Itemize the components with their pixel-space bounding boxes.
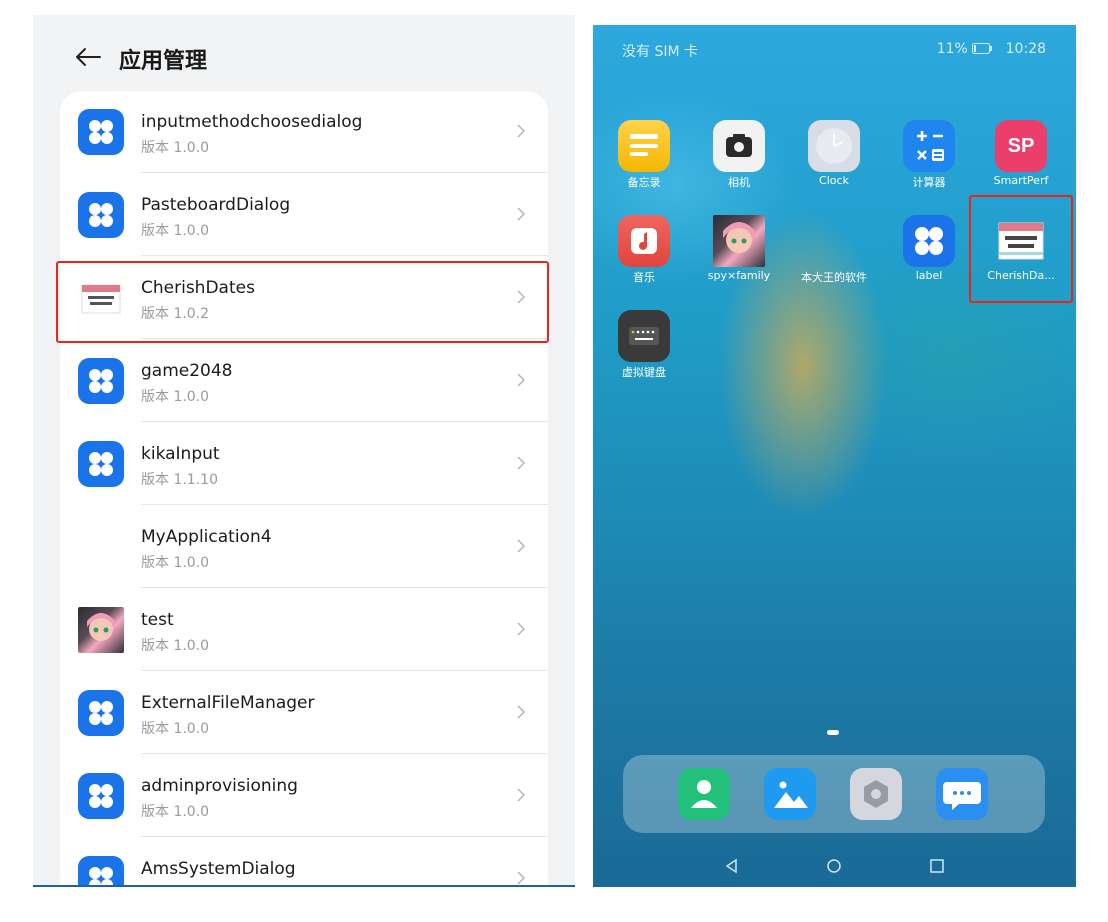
- app-label: 音乐: [633, 271, 655, 284]
- gallery-icon[interactable]: [764, 768, 816, 820]
- blue-grid-icon: [78, 856, 124, 885]
- app-camera[interactable]: 相机: [696, 120, 782, 190]
- app-list: inputmethodchoosedialog 版本 1.0.0 Pastebo…: [60, 91, 548, 885]
- calculator-icon: [903, 120, 955, 172]
- app-name: test: [141, 610, 174, 630]
- chevron-right-icon: [517, 705, 526, 719]
- app-version: 版本 1.0.0: [141, 223, 210, 239]
- app-label: 相机: [728, 176, 750, 189]
- blue-grid-icon: [78, 358, 124, 404]
- notes-icon: [618, 120, 670, 172]
- app-row-game2048[interactable]: game2048 版本 1.0.0: [60, 340, 548, 422]
- home-circle-icon[interactable]: [823, 855, 845, 877]
- app-name: game2048: [141, 361, 233, 381]
- app-name: kikaInput: [141, 444, 220, 464]
- messages-icon[interactable]: [936, 768, 988, 820]
- app-row-amssystemdialog[interactable]: AmsSystemDialog: [60, 838, 548, 885]
- chevron-right-icon: [517, 373, 526, 387]
- app-row-test[interactable]: test 版本 1.0.0: [60, 589, 548, 671]
- blue-grid-icon: [78, 773, 124, 819]
- music-icon: [618, 215, 670, 267]
- home-screen: 没有 SIM 卡 11% 10:28 备忘录 相机 Clock 计算器 SP S…: [593, 25, 1076, 887]
- page-indicator: [827, 730, 839, 735]
- app-label: 计算器: [912, 176, 946, 189]
- back-arrow-icon[interactable]: [73, 42, 103, 72]
- app-version: 版本 1.1.10: [141, 472, 218, 488]
- app-label: 虚拟键盘: [622, 366, 666, 379]
- app-row-externalfilemanager[interactable]: ExternalFileManager 版本 1.0.0: [60, 672, 548, 754]
- contacts-icon[interactable]: [678, 768, 730, 820]
- app-dawang[interactable]: 本大王的软件: [791, 215, 877, 285]
- header: 应用管理: [33, 15, 575, 95]
- app-management-panel: 应用管理 inputmethodchoosedialog 版本 1.0.0 Pa…: [33, 15, 575, 887]
- blue-grid-icon: [903, 215, 955, 267]
- clock-text: 10:28: [1005, 41, 1046, 57]
- app-clock[interactable]: Clock: [791, 120, 877, 187]
- app-label: 本大王的软件: [801, 271, 867, 284]
- app-label-app[interactable]: label: [886, 215, 972, 282]
- app-music[interactable]: 音乐: [601, 215, 687, 285]
- app-version: 版本 1.0.0: [141, 638, 210, 654]
- app-row-kikainput[interactable]: kikaInput 版本 1.1.10: [60, 423, 548, 505]
- chevron-right-icon: [517, 788, 526, 802]
- chevron-right-icon: [517, 622, 526, 636]
- app-label: Clock: [819, 174, 849, 187]
- keyboard-icon: [618, 310, 670, 362]
- page-title: 应用管理: [119, 49, 208, 74]
- blue-grid-icon: [78, 441, 124, 487]
- battery-icon: [972, 43, 993, 54]
- app-row-adminprovisioning[interactable]: adminprovisioning 版本 1.0.0: [60, 755, 548, 837]
- app-label: SmartPerf: [993, 174, 1049, 187]
- app-calculator[interactable]: 计算器: [886, 120, 972, 190]
- app-row-pasteboarddialog[interactable]: PasteboardDialog 版本 1.0.0: [60, 174, 548, 256]
- blue-grid-icon: [78, 690, 124, 736]
- app-row-myapplication4[interactable]: MyApplication4 版本 1.0.0: [60, 506, 548, 588]
- status-right: 11% 10:28: [937, 41, 1046, 57]
- chevron-right-icon: [517, 871, 526, 885]
- dock: [623, 755, 1045, 833]
- app-smartperf[interactable]: SP SmartPerf: [978, 120, 1064, 187]
- app-name: AmsSystemDialog: [141, 859, 296, 879]
- recents-square-icon[interactable]: [926, 855, 948, 877]
- app-version: 版本 1.0.0: [141, 389, 210, 405]
- blue-grid-icon: [78, 109, 124, 155]
- chevron-right-icon: [517, 124, 526, 138]
- status-bar: 没有 SIM 卡 11% 10:28: [593, 25, 1076, 65]
- app-virtual-keyboard[interactable]: 虚拟键盘: [601, 310, 687, 380]
- navigation-bar: [593, 845, 1076, 887]
- app-notes[interactable]: 备忘录: [601, 120, 687, 190]
- chevron-right-icon: [517, 456, 526, 470]
- blank-icon: [808, 215, 860, 267]
- app-version: 版本 1.0.0: [141, 140, 210, 156]
- chevron-right-icon: [517, 539, 526, 553]
- app-name: MyApplication4: [141, 527, 272, 547]
- app-name: PasteboardDialog: [141, 195, 291, 215]
- highlight-box: [969, 195, 1073, 303]
- back-triangle-icon[interactable]: [721, 855, 743, 877]
- app-name: adminprovisioning: [141, 776, 298, 796]
- chevron-right-icon: [517, 207, 526, 221]
- anime-avatar-icon: [78, 607, 124, 653]
- clock-icon: [808, 120, 860, 172]
- battery-text: 11%: [936, 41, 968, 57]
- app-name: ExternalFileManager: [141, 693, 315, 713]
- camera-icon: [713, 120, 765, 172]
- anime-avatar-icon: [713, 215, 765, 267]
- app-name: inputmethodchoosedialog: [141, 112, 363, 132]
- blue-grid-icon: [78, 192, 124, 238]
- app-version: 版本 1.0.0: [141, 721, 210, 737]
- app-version: 版本 1.0.0: [141, 555, 210, 571]
- app-label: spy×family: [707, 269, 771, 282]
- app-row-inputmethodchoosedialog[interactable]: inputmethodchoosedialog 版本 1.0.0: [60, 91, 548, 173]
- carrier-text: 没有 SIM 卡: [622, 44, 698, 60]
- app-label: label: [915, 269, 943, 282]
- highlight-box: [56, 261, 549, 343]
- settings-icon[interactable]: [850, 768, 902, 820]
- app-label: 备忘录: [627, 176, 661, 189]
- app-spy-family[interactable]: spy×family: [696, 215, 782, 282]
- smartperf-icon: SP: [995, 120, 1047, 172]
- app-version: 版本 1.0.0: [141, 804, 210, 820]
